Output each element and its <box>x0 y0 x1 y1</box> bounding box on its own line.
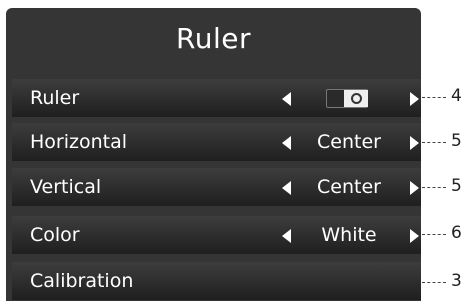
callout-number: 5 <box>451 131 462 151</box>
menu-row-label: Ruler <box>30 87 80 109</box>
menu-row-value: Center <box>317 131 381 153</box>
callout-leader <box>422 97 446 98</box>
menu-row-label: Color <box>30 224 80 246</box>
callout-number: 4 <box>451 86 462 106</box>
menu-row-value: White <box>321 224 377 246</box>
toggle-knob <box>344 90 368 107</box>
toggle-indicator-icon <box>351 93 362 104</box>
callout-leader <box>422 234 446 235</box>
callout-leader <box>422 282 446 283</box>
menu-row-color[interactable]: Color White <box>12 216 421 254</box>
menu-row-value: Center <box>317 176 381 198</box>
callout-leader <box>422 142 446 143</box>
ruler-toggle[interactable] <box>326 89 368 108</box>
menu-row-label: Calibration <box>30 270 134 292</box>
triangle-right-icon[interactable] <box>410 136 419 150</box>
menu-row-calibration[interactable]: Calibration <box>12 262 421 300</box>
triangle-left-icon[interactable] <box>282 136 291 150</box>
callout-leader <box>422 187 446 188</box>
triangle-right-icon[interactable] <box>410 229 419 243</box>
menu-row-label: Vertical <box>30 176 102 198</box>
ruler-menu-panel: Ruler Ruler Horizontal Center Vertical C… <box>6 8 421 301</box>
callout-number: 3 <box>451 271 462 291</box>
triangle-left-icon[interactable] <box>282 229 291 243</box>
triangle-left-icon[interactable] <box>282 92 291 106</box>
callout-number: 5 <box>451 176 462 196</box>
menu-title: Ruler <box>176 22 251 55</box>
menu-row-horizontal[interactable]: Horizontal Center <box>12 123 421 161</box>
triangle-right-icon[interactable] <box>410 92 419 106</box>
menu-row-ruler[interactable]: Ruler <box>12 79 421 117</box>
menu-row-vertical[interactable]: Vertical Center <box>12 168 421 206</box>
callout-number: 6 <box>451 223 462 243</box>
triangle-right-icon[interactable] <box>410 181 419 195</box>
menu-row-label: Horizontal <box>30 131 128 153</box>
triangle-left-icon[interactable] <box>282 181 291 195</box>
